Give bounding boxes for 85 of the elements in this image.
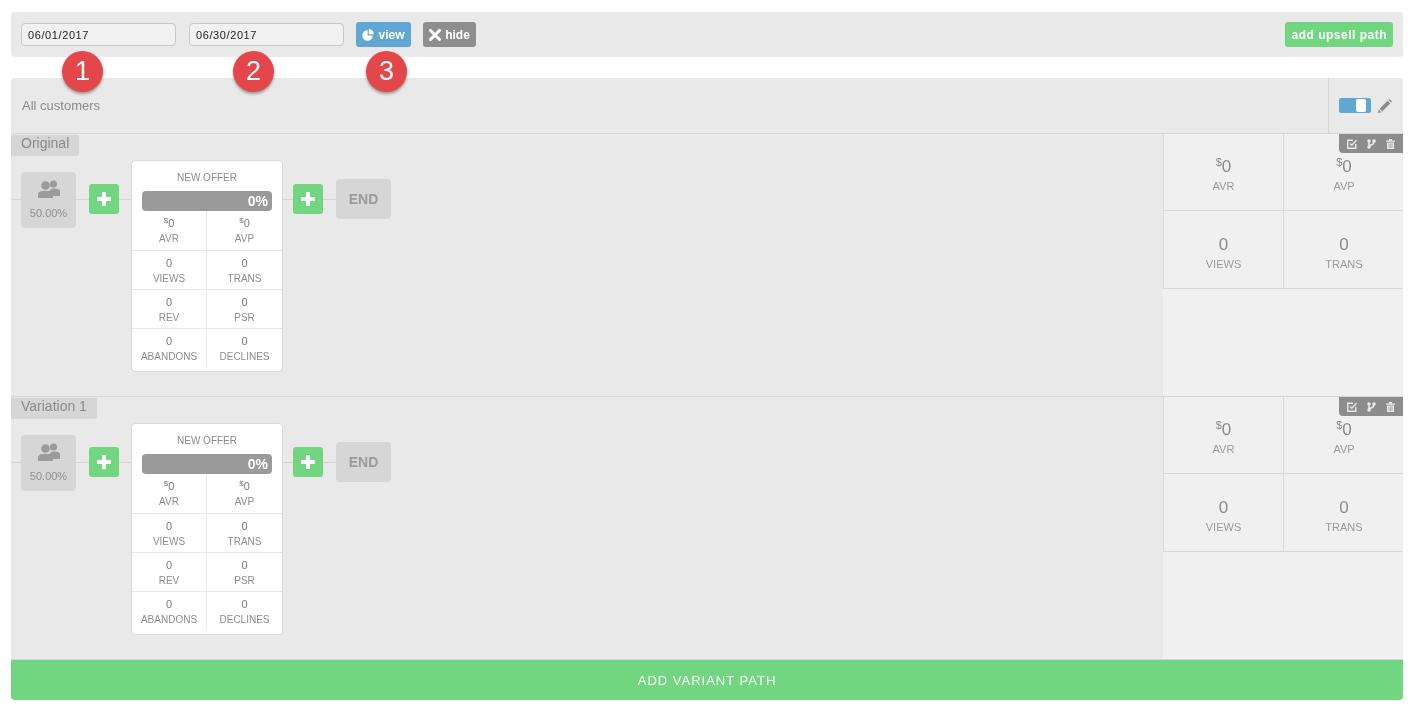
people-icon bbox=[37, 180, 60, 198]
metric-label: VIEWS bbox=[152, 272, 186, 285]
offer-title: NEW OFFER bbox=[176, 171, 238, 184]
stat-label: VIEWS bbox=[1205, 257, 1242, 271]
branch-icon[interactable] bbox=[1367, 138, 1376, 149]
metric-value: 0 bbox=[241, 255, 248, 270]
metric-label: DECLINES bbox=[219, 613, 270, 626]
pencil-icon[interactable] bbox=[1378, 98, 1392, 113]
plus-icon bbox=[301, 455, 315, 469]
variant-name-label: Variation 1 bbox=[11, 398, 97, 419]
metric-value: $^{$}$0 bbox=[239, 479, 250, 493]
metric-value: 0 bbox=[165, 596, 173, 611]
metric-label: TRANS bbox=[227, 535, 262, 548]
metric-value: 0 bbox=[241, 557, 248, 572]
stat-label: TRANS bbox=[1325, 520, 1363, 534]
metric-label: REV bbox=[158, 311, 180, 324]
metric-value: 0 bbox=[165, 518, 173, 533]
metric-value: $^{$}$0 bbox=[163, 216, 175, 230]
trash-icon[interactable] bbox=[1386, 138, 1395, 149]
metric-label: REV bbox=[158, 574, 180, 587]
hide-button[interactable]: hide bbox=[423, 22, 476, 47]
metric-label: AVR bbox=[159, 496, 179, 508]
view-button[interactable]: view bbox=[356, 22, 411, 47]
metric-label: VIEWS bbox=[152, 535, 186, 548]
add-step-button[interactable] bbox=[293, 447, 323, 477]
metric-value: 0 bbox=[241, 294, 248, 309]
add-variant-button[interactable]: ADD VARIANT PATH bbox=[11, 660, 1403, 700]
plus-icon bbox=[301, 192, 315, 206]
stat-value: 0 bbox=[1339, 497, 1349, 518]
variant-name-label: Original bbox=[11, 135, 80, 156]
trash-icon[interactable] bbox=[1386, 401, 1395, 412]
metric-label: AVP bbox=[234, 233, 255, 245]
metric-label: TRANS bbox=[227, 272, 262, 285]
metric-label: PSR bbox=[234, 311, 255, 324]
metric-value: 0 bbox=[165, 294, 173, 309]
date-field[interactable]: 06/01/2017 bbox=[21, 23, 176, 46]
stat-label: AVP bbox=[1333, 180, 1355, 193]
metric-value: $^{$}$0 bbox=[239, 216, 250, 230]
add-upsell-button[interactable]: add upsell path bbox=[1285, 22, 1393, 47]
people-icon bbox=[37, 443, 60, 461]
stat-value: $^{$}$0 bbox=[1336, 157, 1352, 177]
branch-icon[interactable] bbox=[1367, 401, 1376, 412]
stat-label: AVR bbox=[1212, 443, 1235, 456]
edit-icon[interactable] bbox=[1347, 401, 1357, 412]
stat-value: 0 bbox=[1339, 234, 1349, 255]
pie-chart-icon bbox=[362, 28, 375, 41]
audience-share: 50.00% bbox=[29, 470, 68, 483]
stat-label: TRANS bbox=[1325, 257, 1363, 271]
metric-value: 0 bbox=[165, 333, 173, 348]
add-step-button[interactable] bbox=[293, 184, 323, 214]
end-node: END bbox=[336, 179, 391, 219]
add-step-button[interactable] bbox=[89, 447, 119, 477]
metric-label: AVR bbox=[159, 233, 179, 245]
stat-label: AVR bbox=[1212, 180, 1235, 193]
metric-label: ABANDONS bbox=[140, 350, 198, 363]
stat-value: $^{$}$0 bbox=[1215, 420, 1232, 440]
stat-value: $^{$}$0 bbox=[1336, 420, 1352, 440]
metric-value: 0 bbox=[165, 255, 173, 270]
edit-icon[interactable] bbox=[1347, 138, 1357, 149]
metric-value: 0 bbox=[241, 333, 248, 348]
metric-value: 0 bbox=[165, 557, 173, 572]
offer-title: NEW OFFER bbox=[176, 434, 238, 447]
metric-label: DECLINES bbox=[219, 350, 270, 363]
stat-label: VIEWS bbox=[1205, 520, 1242, 534]
conversion-rate-bar: 0% bbox=[142, 454, 272, 474]
stat-value: 0 bbox=[1218, 497, 1229, 518]
metric-label: ABANDONS bbox=[140, 613, 198, 626]
conversion-rate-bar: 0% bbox=[142, 191, 272, 211]
segment-title: All customers bbox=[22, 98, 101, 113]
stat-value: 0 bbox=[1218, 234, 1229, 255]
metric-value: 0 bbox=[241, 596, 248, 611]
add-step-button[interactable] bbox=[89, 184, 119, 214]
metric-value: $^{$}$0 bbox=[163, 479, 175, 493]
toggle-switch[interactable] bbox=[1339, 98, 1371, 113]
audience-share: 50.00% bbox=[29, 207, 68, 220]
stat-label: AVP bbox=[1333, 443, 1355, 456]
date-field[interactable]: 06/30/2017 bbox=[189, 23, 344, 46]
plus-icon bbox=[97, 455, 111, 469]
plus-icon bbox=[97, 192, 111, 206]
metric-value: 0 bbox=[241, 518, 248, 533]
stat-value: $^{$}$0 bbox=[1215, 157, 1232, 177]
close-icon bbox=[429, 28, 442, 41]
metric-label: PSR bbox=[234, 574, 255, 587]
metric-label: AVP bbox=[234, 496, 255, 508]
end-node: END bbox=[336, 442, 391, 482]
